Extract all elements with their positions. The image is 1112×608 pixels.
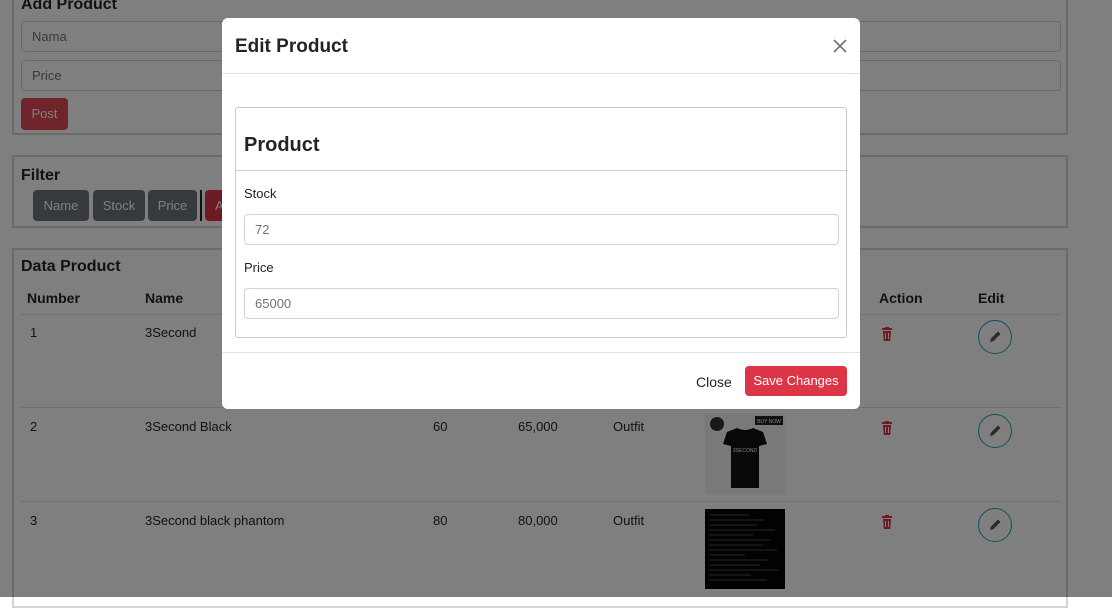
edit-product-modal: Edit Product Product Stock 72 Price 6500… [222, 18, 860, 409]
close-button[interactable]: Close [696, 374, 732, 390]
product-section-divider [236, 170, 848, 171]
page: Add Product Nama Price Post Filter Name … [0, 0, 1112, 608]
modal-header-divider [222, 73, 860, 74]
product-form: Product Stock 72 Price 65000 [235, 107, 848, 338]
modal-footer-divider [222, 352, 860, 353]
price-input[interactable]: 65000 [244, 288, 839, 319]
save-changes-button[interactable]: Save Changes [745, 366, 847, 396]
close-icon[interactable] [831, 37, 849, 55]
stock-label: Stock [244, 186, 277, 201]
modal-title: Edit Product [235, 36, 348, 57]
product-section-title: Product [244, 134, 320, 156]
price-label: Price [244, 260, 274, 275]
stock-input[interactable]: 72 [244, 214, 839, 245]
